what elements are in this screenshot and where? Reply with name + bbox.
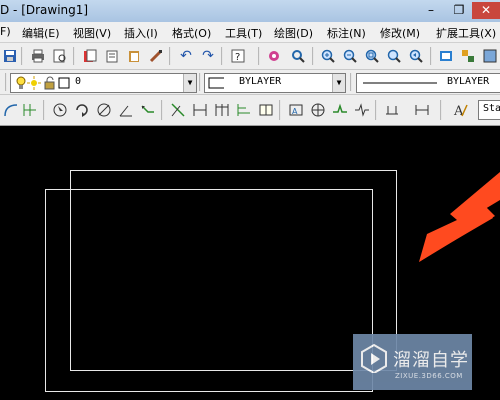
jog-line-icon[interactable] [332, 102, 348, 118]
linear-dim-icon[interactable] [192, 102, 208, 118]
zoom-extents-icon[interactable] [386, 48, 402, 64]
layer-combo[interactable]: 0 ▼ [10, 73, 197, 93]
toolbar-separator [375, 100, 377, 120]
menu-bar: F) 编辑(E) 视图(V) 插入(I) 格式(O) 工具(T) 绘图(D) 标… [0, 22, 500, 43]
menu-modify[interactable]: 修改(M) [380, 25, 420, 41]
chevron-down-icon[interactable]: ▼ [183, 74, 196, 92]
maximize-button[interactable]: ❐ [446, 2, 472, 19]
toolbar-separator [73, 47, 75, 65]
play-logo-icon [361, 343, 387, 373]
zoom-previous-icon[interactable] [408, 48, 424, 64]
toolbar-separator [169, 47, 171, 65]
quick-dim-icon[interactable] [170, 102, 186, 118]
menu-express-tools[interactable]: 扩展工具(X) [436, 25, 496, 41]
window-title: D - [Drawing1] [0, 3, 89, 17]
menu-dimension[interactable]: 标注(N) [327, 25, 366, 41]
design-center-icon[interactable] [460, 48, 476, 64]
toolbar-separator [161, 100, 163, 120]
sun-icon [26, 75, 42, 91]
toolbar-separator [279, 100, 281, 120]
break-dim-icon[interactable] [354, 102, 370, 118]
zoom-window-icon[interactable] [364, 48, 380, 64]
color-swatch-icon [208, 75, 224, 91]
menu-file[interactable]: F) [0, 25, 11, 38]
watermark-url: ZIXUE.3D66.COM [395, 372, 463, 380]
toolbar-separator [5, 73, 7, 91]
undo-icon[interactable]: ↶ [178, 48, 194, 64]
save-icon[interactable] [2, 48, 18, 64]
color-value: BYLAYER [239, 76, 282, 87]
svg-text:A: A [292, 107, 298, 116]
close-button[interactable]: ✕ [472, 2, 500, 19]
drawn-rectangle[interactable] [45, 189, 373, 392]
menu-insert[interactable]: 插入(I) [124, 25, 158, 41]
svg-text:?: ? [235, 52, 240, 63]
dimension-toolbar: A A Sta [0, 95, 500, 126]
color-swatch-icon [56, 75, 72, 91]
drawing-canvas[interactable]: 溜溜自学 ZIXUE.3D66.COM [0, 126, 500, 400]
dim-update-icon[interactable] [414, 102, 430, 118]
pointer-arrow-icon [419, 172, 500, 262]
text-style-value: Sta [483, 103, 500, 114]
center-mark-icon[interactable] [310, 102, 326, 118]
zoom-realtime-icon[interactable] [290, 48, 306, 64]
leader-tool-icon[interactable] [140, 102, 156, 118]
menu-edit[interactable]: 编辑(E) [22, 25, 60, 41]
toolbar-separator [312, 47, 314, 65]
tolerance-icon[interactable] [258, 102, 274, 118]
menu-view[interactable]: 视图(V) [73, 25, 111, 41]
continue-dim-icon[interactable] [214, 102, 230, 118]
dim-space-icon[interactable] [384, 102, 400, 118]
zoom-in-icon[interactable] [320, 48, 336, 64]
chevron-down-icon[interactable]: ▼ [332, 74, 345, 92]
dim-edit-icon[interactable]: A [288, 102, 304, 118]
toolbar-separator [43, 100, 45, 120]
paste-icon[interactable] [126, 48, 142, 64]
text-style-combo[interactable]: Sta [478, 100, 500, 120]
help-icon[interactable]: ? [230, 48, 246, 64]
toolbar-separator [199, 73, 201, 91]
toolbar-separator [440, 100, 442, 120]
baseline-dim-icon[interactable] [236, 102, 252, 118]
text-style-icon[interactable]: A [452, 102, 468, 118]
layer-name: 0 [75, 76, 82, 87]
watermark: 溜溜自学 ZIXUE.3D66.COM [353, 334, 472, 390]
match-properties-icon[interactable] [148, 48, 164, 64]
zoom-out-icon[interactable] [342, 48, 358, 64]
toolbar-separator [221, 47, 223, 65]
arc-tool-icon[interactable] [3, 102, 19, 118]
cut-icon[interactable] [104, 48, 120, 64]
menu-format[interactable]: 格式(O) [172, 25, 211, 41]
toolbar-separator [350, 73, 352, 91]
publish-icon[interactable] [82, 48, 98, 64]
tool-palettes-icon[interactable] [482, 48, 498, 64]
plot-preview-icon[interactable] [52, 48, 68, 64]
properties-icon[interactable] [438, 48, 454, 64]
linetype-preview-icon [363, 75, 437, 91]
linetype-combo[interactable]: BYLAYER [356, 73, 500, 93]
cursor-tool-icon[interactable] [52, 102, 68, 118]
pan-realtime-icon[interactable] [266, 48, 282, 64]
redo-icon[interactable]: ↷ [200, 48, 216, 64]
layers-toolbar: 0 ▼ BYLAYER ▼ BYLAYER [0, 70, 500, 95]
title-bar: D - [Drawing1] – ❐ ✕ [0, 0, 500, 23]
color-combo[interactable]: BYLAYER ▼ [204, 73, 346, 93]
watermark-brand: 溜溜自学 [393, 350, 469, 371]
toolbar-separator [258, 47, 260, 65]
toolbar-separator [21, 47, 23, 65]
minimize-button[interactable]: – [418, 2, 444, 19]
grid-tool-icon[interactable] [22, 102, 38, 118]
toolbar-separator [430, 47, 432, 65]
standard-toolbar: ↶ ↷ ? [0, 43, 500, 70]
diameter-tool-icon[interactable] [96, 102, 112, 118]
menu-draw[interactable]: 绘图(D) [274, 25, 313, 41]
menu-tools[interactable]: 工具(T) [225, 25, 262, 41]
linetype-value: BYLAYER [447, 76, 490, 87]
angle-tool-icon[interactable] [118, 102, 134, 118]
print-icon[interactable] [30, 48, 46, 64]
rotate-tool-icon[interactable] [74, 102, 90, 118]
